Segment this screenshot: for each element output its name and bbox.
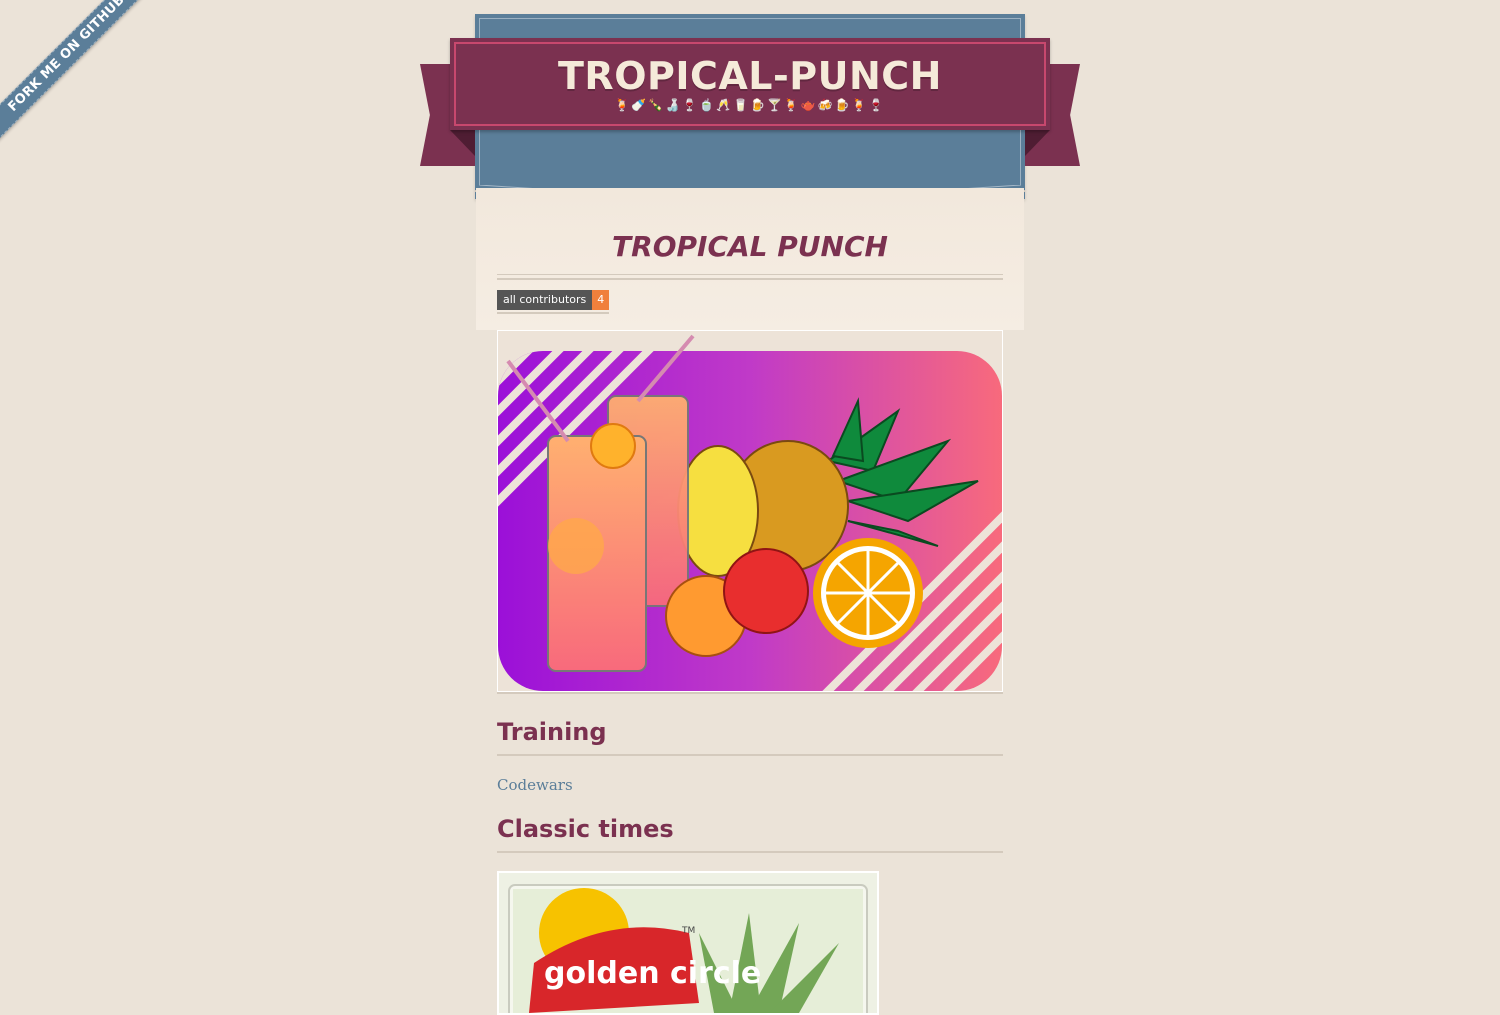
codewars-link[interactable]: Codewars <box>497 776 573 794</box>
badge-label: all contributors <box>497 290 593 310</box>
tropical-punch-image <box>498 334 1002 691</box>
golden-circle-package-image: golden circle TM <box>508 884 868 1013</box>
classic-times-heading: Classic times <box>497 815 1003 853</box>
drink-emoji-row: 🍹🍼🍾🍶🍷🍵🥂🥛🍺🍸🍹🫖🍻🍺🍹🍷 <box>614 98 886 112</box>
badge-count: 4 <box>592 290 610 310</box>
title-divider <box>497 274 1003 280</box>
fork-me-on-github-ribbon[interactable]: Fork me on GitHub <box>0 0 157 144</box>
tropical-punch-illustration <box>497 330 1003 692</box>
site-title[interactable]: TROPICAL-PUNCH <box>450 54 1050 98</box>
training-heading: Training <box>497 718 1003 756</box>
all-contributors-badge[interactable]: all contributors 4 <box>497 290 610 314</box>
intro-card: TROPICAL PUNCH all contributors 4 <box>476 188 1024 330</box>
golden-circle-package-photo: golden circle TM <box>497 871 879 1015</box>
site-header: TROPICAL-PUNCH 🍹🍼🍾🍶🍷🍵🥂🥛🍺🍸🍹🫖🍻🍺🍹🍷 <box>420 14 1080 214</box>
page-title: TROPICAL PUNCH <box>612 230 888 263</box>
title-ribbon: TROPICAL-PUNCH 🍹🍼🍾🍶🍷🍵🥂🥛🍺🍸🍹🫖🍻🍺🍹🍷 <box>450 38 1050 130</box>
package-brand-text: golden circle <box>544 956 761 991</box>
package-tm-text: TM <box>681 926 695 936</box>
